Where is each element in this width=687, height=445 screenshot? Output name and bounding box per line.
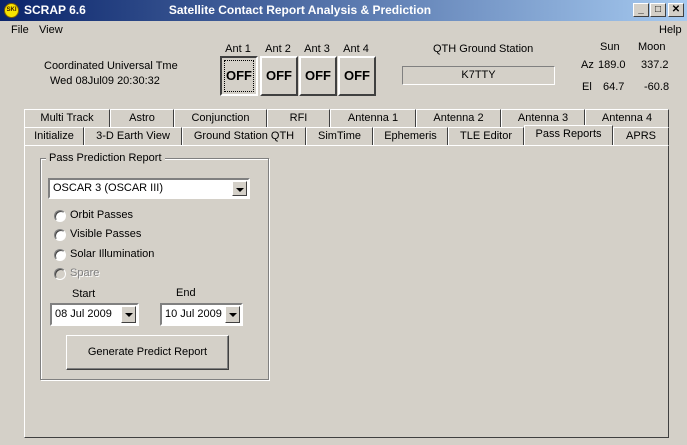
chevron-down-icon[interactable]	[121, 306, 136, 323]
utc-time: Wed 08Jul09 20:30:32	[50, 75, 160, 87]
start-label: Start	[72, 288, 96, 300]
satellite-selected: OSCAR 3 (OSCAR III)	[53, 182, 164, 194]
tab-pass-reports[interactable]: Pass Reports	[524, 125, 613, 145]
ant4-label: Ant 4	[343, 43, 369, 55]
tab-tle-editor[interactable]: TLE Editor	[448, 127, 524, 145]
qth-value: K7TTY	[402, 66, 555, 85]
title-bar[interactable]: SKI SCRAP 6.6 Satellite Contact Report A…	[0, 0, 687, 21]
sun-label: Sun	[600, 41, 620, 53]
radio-label: Orbit Passes	[70, 209, 133, 221]
start-date-value: 08 Jul 2009	[55, 308, 112, 320]
ant2-label: Ant 2	[265, 43, 291, 55]
utc-label: Coordinated Universal Tme	[44, 60, 178, 72]
el-label: El	[582, 81, 592, 93]
radio-circle-icon	[54, 268, 66, 280]
radio-label: Solar Illumination	[70, 248, 155, 260]
tab-simtime[interactable]: SimTime	[306, 127, 373, 145]
tab-antenna-1[interactable]: Antenna 1	[330, 109, 416, 127]
menu-bar: File View Help	[0, 21, 687, 40]
radio-circle-icon[interactable]	[54, 210, 66, 222]
menu-file[interactable]: File	[11, 24, 29, 36]
satellite-dropdown[interactable]: OSCAR 3 (OSCAR III)	[48, 178, 250, 199]
minimize-button[interactable]: _	[633, 3, 649, 17]
sun-az-value: 189.0	[598, 59, 626, 71]
end-label: End	[176, 287, 196, 299]
start-date-picker[interactable]: 08 Jul 2009	[50, 303, 139, 326]
sun-el-value: 64.7	[603, 81, 625, 93]
tab-conjunction[interactable]: Conjunction	[174, 109, 267, 127]
radio-circle-icon[interactable]	[54, 229, 66, 241]
end-date-picker[interactable]: 10 Jul 2009	[160, 303, 243, 326]
menu-help[interactable]: Help	[659, 24, 682, 36]
end-date-value: 10 Jul 2009	[165, 308, 222, 320]
qth-label: QTH Ground Station	[433, 43, 534, 55]
chevron-down-icon[interactable]	[225, 306, 240, 323]
ant3-toggle-button[interactable]: OFF	[299, 56, 337, 96]
radio-label: Spare	[70, 267, 100, 279]
tab-rfi[interactable]: RFI	[267, 109, 330, 127]
generate-predict-report-button[interactable]: Generate Predict Report	[66, 335, 229, 370]
tab-ground-station-qth[interactable]: Ground Station QTH	[182, 127, 306, 145]
radio-circle-icon[interactable]	[54, 249, 66, 261]
maximize-button[interactable]: □	[650, 3, 666, 17]
moon-el-value: -60.8	[644, 81, 670, 93]
tab-ephemeris[interactable]: Ephemeris	[373, 127, 448, 145]
radio-label: Visible Passes	[70, 228, 142, 240]
ant1-label: Ant 1	[225, 43, 251, 55]
moon-label: Moon	[638, 41, 666, 53]
az-label: Az	[581, 59, 594, 71]
tab-aprs[interactable]: APRS	[613, 127, 669, 145]
ant1-toggle-button[interactable]: OFF	[220, 56, 258, 96]
ant2-toggle-button[interactable]: OFF	[260, 56, 298, 96]
window-title: Satellite Contact Report Analysis & Pred…	[168, 3, 432, 17]
tab-multi-track[interactable]: Multi Track	[24, 109, 110, 127]
chevron-down-icon[interactable]	[232, 181, 247, 196]
close-button[interactable]: ✕	[668, 3, 684, 17]
ant4-toggle-button[interactable]: OFF	[338, 56, 376, 96]
menu-view[interactable]: View	[39, 24, 63, 36]
tab-antenna-2[interactable]: Antenna 2	[416, 109, 501, 127]
tab-initialize[interactable]: Initialize	[24, 127, 84, 145]
moon-az-value: 337.2	[641, 59, 669, 71]
tab-astro[interactable]: Astro	[110, 109, 174, 127]
group-title: Pass Prediction Report	[46, 152, 165, 164]
ant3-label: Ant 3	[304, 43, 330, 55]
tab-3d-earth-view[interactable]: 3-D Earth View	[84, 127, 182, 145]
